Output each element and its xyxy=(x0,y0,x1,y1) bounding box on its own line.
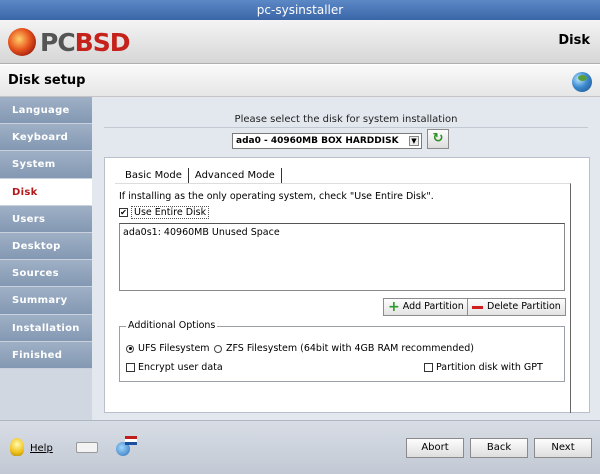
zfs-filesystem-radio[interactable]: ZFS Filesystem (64bit with 4GB RAM recom… xyxy=(214,343,474,354)
sidebar-item-keyboard[interactable]: Keyboard xyxy=(0,124,92,152)
page-title: Disk setup xyxy=(8,73,86,88)
current-step-label: Disk xyxy=(558,33,590,48)
sidebar-item-desktop[interactable]: Desktop xyxy=(0,232,92,261)
next-button[interactable]: Next xyxy=(534,438,592,458)
checkbox-unchecked-icon[interactable] xyxy=(126,363,135,372)
tab-basic-mode[interactable]: Basic Mode xyxy=(119,168,189,184)
sidebar-item-sources[interactable]: Sources xyxy=(0,260,92,288)
sidebar-item-system[interactable]: System xyxy=(0,151,92,179)
sidebar-item-finished[interactable]: Finished xyxy=(0,341,92,369)
language-icon[interactable] xyxy=(116,436,138,458)
disk-select[interactable]: ada0 - 40960MB BOX HARDDISK ▼ xyxy=(232,133,422,149)
plus-icon: + xyxy=(388,299,400,315)
sidebar-item-disk[interactable]: Disk xyxy=(0,178,92,206)
section-header: Disk setup xyxy=(0,65,600,97)
partition-with-gpt-checkbox[interactable]: Partition disk with GPT xyxy=(424,362,543,373)
window-title: pc-sysinstaller xyxy=(256,3,344,17)
gpt-label: Partition disk with GPT xyxy=(436,362,543,373)
delete-partition-label: Delete Partition xyxy=(487,301,561,312)
chevron-down-icon[interactable]: ▼ xyxy=(409,136,419,146)
abort-button[interactable]: Abort xyxy=(406,438,464,458)
main-content: Please select the disk for system instal… xyxy=(92,97,600,420)
divider xyxy=(104,127,588,128)
sidebar-item-language[interactable]: Language xyxy=(0,97,92,125)
add-partition-button[interactable]: + Add Partition xyxy=(383,298,469,316)
logo-suffix: BSD xyxy=(74,27,131,57)
footer-bar: Help Abort Back Next xyxy=(0,420,600,474)
disk-select-value: ada0 - 40960MB BOX HARDDISK xyxy=(236,136,399,146)
sidebar-item-installation[interactable]: Installation xyxy=(0,314,92,342)
add-partition-label: Add Partition xyxy=(402,301,464,312)
zfs-label: ZFS Filesystem (64bit with 4GB RAM recom… xyxy=(226,343,474,354)
ufs-label: UFS Filesystem xyxy=(138,343,210,354)
partition-list[interactable]: ada0s1: 40960MB Unused Space xyxy=(119,223,565,291)
refresh-button[interactable]: ↻ xyxy=(427,129,449,149)
pcbsd-logo: PCBSD xyxy=(8,26,131,58)
lightbulb-icon[interactable] xyxy=(10,438,24,456)
use-entire-disk-checkbox[interactable]: ✔ Use Entire Disk xyxy=(119,206,210,219)
list-item[interactable]: ada0s1: 40960MB Unused Space xyxy=(123,227,561,238)
radio-selected-icon[interactable] xyxy=(126,344,134,353)
disk-setup-panel: Basic Mode Advanced Mode If installing a… xyxy=(104,157,590,413)
logo-prefix: PC xyxy=(40,27,76,57)
tab-advanced-mode[interactable]: Advanced Mode xyxy=(189,168,282,184)
help-button[interactable]: Help xyxy=(30,443,53,454)
encrypt-label: Encrypt user data xyxy=(138,362,223,373)
sidebar-item-summary[interactable]: Summary xyxy=(0,287,92,315)
minus-icon xyxy=(472,305,483,309)
header-banner: PCBSD Disk xyxy=(0,20,600,64)
back-button[interactable]: Back xyxy=(470,438,528,458)
use-entire-disk-label: Use Entire Disk xyxy=(131,206,210,219)
encrypt-user-data-checkbox[interactable]: Encrypt user data xyxy=(126,362,223,373)
checkbox-unchecked-icon[interactable] xyxy=(424,363,433,372)
additional-options-group: Additional Options UFS Filesystem ZFS Fi… xyxy=(119,320,565,382)
sidebar-nav: Language Keyboard System Disk Users Desk… xyxy=(0,97,92,420)
flame-logo-icon xyxy=(8,28,36,56)
additional-options-legend: Additional Options xyxy=(126,320,218,331)
entire-disk-hint: If installing as the only operating syst… xyxy=(119,191,434,202)
globe-icon xyxy=(572,72,592,92)
ufs-filesystem-radio[interactable]: UFS Filesystem xyxy=(126,343,210,354)
sidebar-item-users[interactable]: Users xyxy=(0,205,92,233)
delete-partition-button[interactable]: Delete Partition xyxy=(467,298,566,316)
radio-unselected-icon[interactable] xyxy=(214,344,222,353)
refresh-icon: ↻ xyxy=(432,131,444,146)
mode-tabs: Basic Mode Advanced Mode xyxy=(119,168,282,184)
keyboard-icon[interactable] xyxy=(76,442,98,453)
window-titlebar: pc-sysinstaller xyxy=(0,0,600,20)
disk-prompt: Please select the disk for system instal… xyxy=(234,114,458,125)
checkbox-checked-icon[interactable]: ✔ xyxy=(119,208,128,217)
